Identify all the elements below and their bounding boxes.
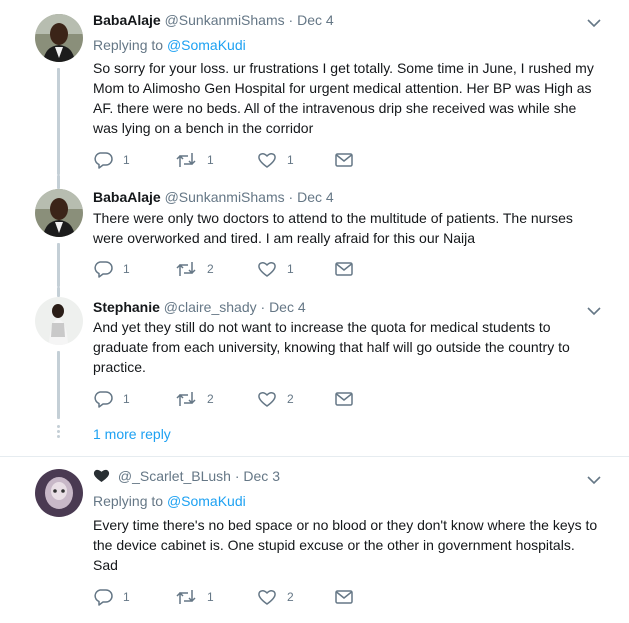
timestamp[interactable]: Dec 4 [297,12,334,28]
thread-line [57,175,60,189]
retweet-count: 1 [207,153,214,167]
message-icon [335,262,353,276]
reply-button[interactable]: 1 [93,587,130,607]
user-handle[interactable]: @SunkanmiShams [165,12,285,28]
reply-count: 1 [123,153,130,167]
mention-link[interactable]: @SomaKudi [167,37,246,53]
like-count: 1 [287,153,294,167]
chevron-down-icon[interactable] [587,15,601,28]
display-name[interactable]: BabaAlaje [93,189,161,205]
message-icon [335,153,353,167]
retweet-icon [176,590,196,604]
like-button[interactable]: 2 [257,389,294,409]
separator: · [288,189,294,205]
separator: · [260,299,266,315]
like-count: 2 [287,590,294,604]
tweet-text: Every time there's no bed space or no bl… [93,517,598,573]
tweet-header: Stephanie @claire_shady · Dec 4 [93,298,306,316]
separator: · [234,468,240,484]
avatar[interactable] [35,297,83,345]
like-button[interactable]: 1 [257,150,294,170]
retweet-icon [176,262,196,276]
like-icon [258,153,276,168]
chevron-down-icon[interactable] [587,303,601,316]
like-count: 2 [287,392,294,406]
like-icon [258,262,276,277]
more-replies-dots [57,425,60,440]
replying-to-label: Replying to [93,493,167,509]
direct-message-button[interactable] [334,389,354,409]
reply-count: 1 [123,262,130,276]
retweet-icon [176,153,196,167]
thread-line [57,287,60,297]
retweet-button[interactable]: 1 [175,150,214,170]
show-more-replies-link[interactable]: 1 more reply [93,425,171,443]
thread-line [57,351,60,419]
tweet-text: So sorry for your loss. ur frustrations … [93,60,594,136]
like-icon [258,392,276,407]
reply-icon [94,589,113,606]
tweet-actions: 1 2 1 [93,259,373,279]
display-name[interactable]: Stephanie [93,299,160,315]
reply-count: 1 [123,392,130,406]
timestamp[interactable]: Dec 4 [269,299,306,315]
avatar[interactable] [35,189,83,237]
message-icon [335,590,353,604]
retweet-count: 2 [207,392,214,406]
tweet-header: BabaAlaje @SunkanmiShams · Dec 4 [93,11,334,29]
tweet-actions: 1 2 2 [93,389,373,409]
direct-message-button[interactable] [334,587,354,607]
message-icon [335,392,353,406]
chevron-down-icon[interactable] [587,472,601,485]
user-handle[interactable]: @SunkanmiShams [165,189,285,205]
replying-to-label: Replying to [93,37,167,53]
replying-to: Replying to @SomaKudi [93,492,246,510]
direct-message-button[interactable] [334,259,354,279]
tweet-header: BabaAlaje @SunkanmiShams · Dec 4 [93,188,334,206]
like-count: 1 [287,262,294,276]
retweet-icon [176,392,196,406]
user-handle[interactable]: @_Scarlet_BLush [118,468,231,484]
tweet-actions: 1 1 1 [93,150,373,170]
thread-line [57,243,60,287]
retweet-button[interactable]: 2 [175,259,214,279]
timestamp[interactable]: Dec 4 [297,189,334,205]
heart-emoji-icon [93,468,110,487]
mention-link[interactable]: @SomaKudi [167,493,246,509]
timestamp[interactable]: Dec 3 [243,468,280,484]
retweet-button[interactable]: 2 [175,389,214,409]
tweet-actions: 1 1 2 [93,587,373,607]
retweet-count: 2 [207,262,214,276]
tweet-header: @_Scarlet_BLush · Dec 3 [93,467,280,487]
reply-icon [94,261,113,278]
tweet-2[interactable]: BabaAlaje @SunkanmiShams · Dec 4 There w… [0,175,629,287]
reply-icon [94,152,113,169]
retweet-count: 1 [207,590,214,604]
replying-to: Replying to @SomaKudi [93,36,246,54]
like-icon [258,590,276,605]
tweet-text: And yet they still do not want to increa… [93,319,570,375]
direct-message-button[interactable] [334,150,354,170]
reply-button[interactable]: 1 [93,150,130,170]
reply-count: 1 [123,590,130,604]
reply-button[interactable]: 1 [93,259,130,279]
display-name[interactable]: BabaAlaje [93,12,161,28]
separator: · [288,12,294,28]
thread-line [57,68,60,175]
like-button[interactable]: 2 [257,587,294,607]
like-button[interactable]: 1 [257,259,294,279]
tweet-text: There were only two doctors to attend to… [93,210,573,246]
reply-button[interactable]: 1 [93,389,130,409]
user-handle[interactable]: @claire_shady [164,299,257,315]
reply-icon [94,391,113,408]
retweet-button[interactable]: 1 [175,587,214,607]
avatar[interactable] [35,469,83,517]
avatar[interactable] [35,14,83,62]
tweet-1[interactable]: BabaAlaje @SunkanmiShams · Dec 4 Replyin… [0,0,629,175]
tweet-4[interactable]: @_Scarlet_BLush · Dec 3 Replying to @Som… [0,457,629,623]
